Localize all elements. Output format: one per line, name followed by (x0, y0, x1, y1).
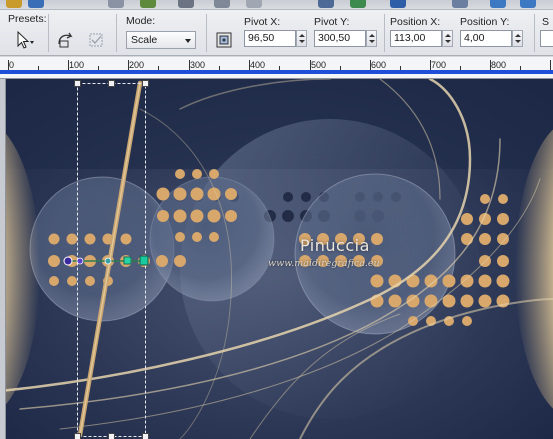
position-x-field[interactable]: 113,00 (390, 30, 442, 47)
reset-icon[interactable] (56, 30, 76, 50)
cut-off-label: S (542, 16, 550, 28)
image-canvas[interactable]: Pinuccia www.maidiregrafica.eu (0, 79, 553, 439)
pivot-x-label: Pivot X: (244, 16, 281, 28)
position-y-spinner[interactable] (512, 30, 523, 47)
pivot-x-spinner[interactable] (296, 30, 307, 47)
position-y-label: Position Y: (460, 16, 510, 28)
toolbar-icon[interactable] (318, 0, 334, 8)
separator (384, 14, 385, 52)
position-x-label: Position X: (390, 16, 441, 28)
resize-handle-bottom-left[interactable] (74, 433, 81, 439)
toolbar-icon[interactable] (350, 0, 366, 8)
pointer-preset-icon[interactable] (14, 30, 34, 50)
top-toolbar-strip (0, 0, 553, 10)
toolbar-icon[interactable] (28, 0, 44, 8)
watermark-url: www.maidiregrafica.eu (268, 258, 380, 269)
separator (206, 14, 207, 52)
tool-options-bar: Presets: Mode: Scale Pivot X: 96,50 Pivo… (0, 10, 553, 56)
toolbar-icon[interactable] (214, 0, 230, 8)
toolbar-icon[interactable] (108, 0, 124, 8)
watermark-title: Pinuccia (300, 236, 370, 255)
toolbar-icon[interactable] (178, 0, 194, 8)
resize-handle-top-left[interactable] (74, 80, 81, 87)
cut-off-field[interactable] (540, 30, 553, 47)
pivot-y-spinner[interactable] (366, 30, 377, 47)
toolbar-icon[interactable] (6, 0, 22, 8)
rotation-handle[interactable] (58, 251, 158, 271)
position-y-field[interactable]: 4,00 (460, 30, 512, 47)
resize-handle-top-center[interactable] (108, 80, 115, 87)
separator (534, 14, 535, 52)
toolbar-icon[interactable] (452, 0, 468, 8)
resize-handle-bottom-center[interactable] (108, 433, 115, 439)
vertical-ruler-edge (0, 79, 6, 439)
mode-select[interactable]: Scale (126, 31, 196, 49)
resize-handle-bottom-right[interactable] (142, 433, 149, 439)
pivot-reset-icon[interactable] (214, 30, 234, 50)
separator (116, 14, 117, 52)
horizontal-ruler[interactable]: 0 100 200 300 400 500 600 700 800 (0, 57, 553, 79)
separator (48, 14, 49, 52)
ruler-tick-marks (8, 60, 551, 70)
pivot-x-field[interactable]: 96,50 (244, 30, 296, 47)
pivot-y-field[interactable]: 300,50 (314, 30, 366, 47)
toolbar-icon[interactable] (246, 0, 262, 8)
toolbar-icon[interactable] (390, 0, 406, 8)
toolbar-icon[interactable] (520, 0, 536, 8)
pivot-y-label: Pivot Y: (314, 16, 350, 28)
position-x-spinner[interactable] (442, 30, 453, 47)
toolbar-icon[interactable] (140, 0, 156, 8)
presets-label: Presets: (8, 13, 47, 25)
toolbar-icon[interactable] (490, 0, 506, 8)
mode-label: Mode: (126, 15, 156, 27)
chevron-down-icon (185, 39, 191, 43)
apply-icon[interactable] (86, 30, 106, 50)
mode-select-value: Scale (131, 34, 158, 46)
resize-handle-top-right[interactable] (142, 80, 149, 87)
